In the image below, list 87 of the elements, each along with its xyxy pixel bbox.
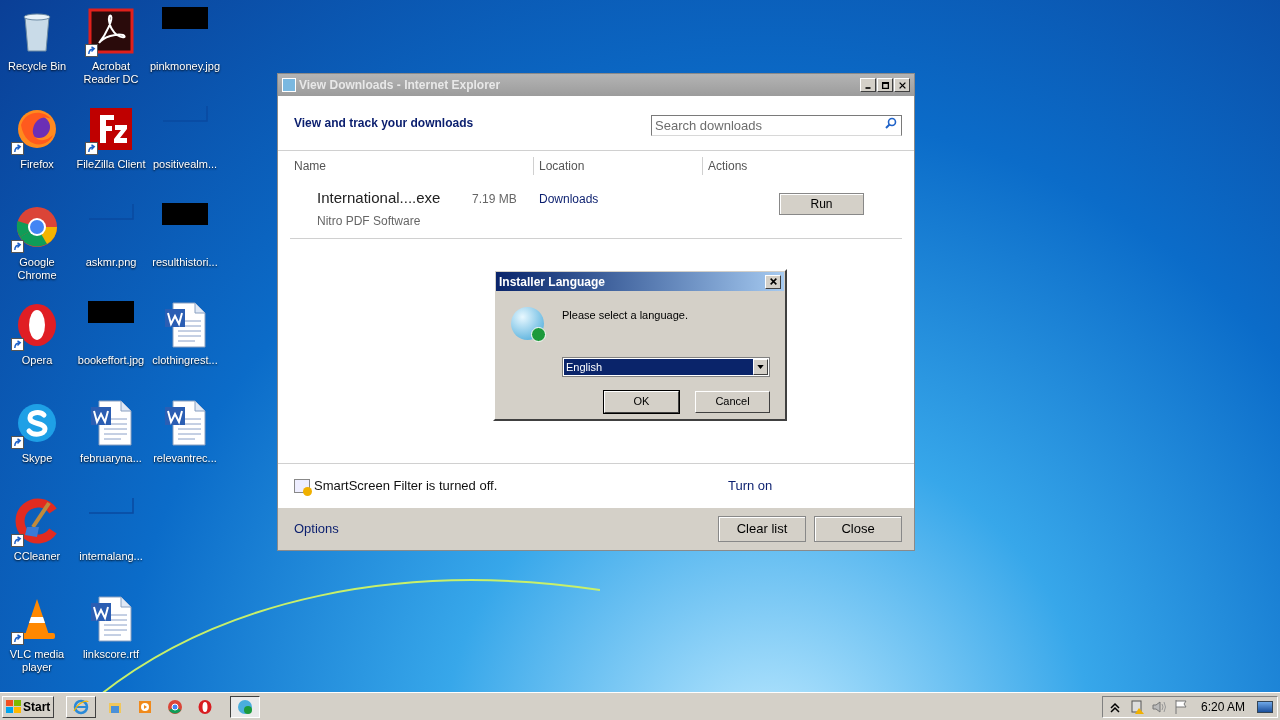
icon-label: linkscore.rtf <box>81 648 141 661</box>
desktop-icon[interactable]: CCleaner <box>0 495 74 593</box>
column-header[interactable]: Location <box>533 157 702 175</box>
windows-logo-icon <box>6 700 21 713</box>
image-thumbnail-icon <box>162 7 208 29</box>
window-title: View Downloads - Internet Explorer <box>299 77 502 94</box>
image-thumbnail-icon <box>162 203 208 225</box>
close-button[interactable]: Close <box>814 516 902 542</box>
start-button[interactable]: Start <box>2 695 55 718</box>
desktop-icon[interactable]: Firefox <box>0 103 74 201</box>
icon-label: pinkmoney.jpg <box>148 60 222 73</box>
document-logo-icon <box>87 7 135 55</box>
column-header[interactable]: Actions <box>702 157 914 175</box>
clock-time: 6:20 AM <box>1201 698 1246 716</box>
image-thumbnail-icon <box>88 497 134 514</box>
desktop-icon[interactable]: februaryna... <box>74 397 148 495</box>
close-icon <box>768 277 778 286</box>
desktop-icon[interactable]: FileZilla Client <box>74 103 148 201</box>
dialog-title: Installer Language <box>499 273 606 291</box>
language-dropdown[interactable]: English <box>562 356 770 377</box>
dialog-message: Please select a language. <box>562 308 689 323</box>
desktop-icon[interactable]: clothingrest... <box>148 299 222 397</box>
maximize-icon <box>880 80 890 90</box>
chrome-ball-icon <box>167 698 184 715</box>
icon-label: clothingrest... <box>151 354 219 367</box>
icon-label: internalang... <box>78 550 144 563</box>
minimize-button[interactable] <box>860 78 876 92</box>
search-field[interactable]: Search downloads <box>651 114 902 136</box>
icon-label: Firefox <box>19 158 55 171</box>
installer-icon <box>237 698 254 715</box>
icon-label: resulthistori... <box>151 256 219 269</box>
clear-list-button[interactable]: Clear list <box>718 516 806 542</box>
publisher-name: Nitro PDF Software <box>317 212 422 230</box>
column-header[interactable]: Name <box>278 157 533 175</box>
turn-on-link[interactable]: Turn on <box>728 476 773 496</box>
run-button[interactable]: Run <box>779 193 864 215</box>
icon-label: Acrobat Reader DC <box>82 60 140 86</box>
app-icon <box>282 78 296 92</box>
minimize-icon <box>865 87 871 89</box>
desktop-icon[interactable]: pinkmoney.jpg <box>148 5 222 103</box>
desktop-icon[interactable]: relevantrec... <box>148 397 222 495</box>
icon-label: askmr.png <box>84 256 138 269</box>
letter-o-icon <box>197 698 214 715</box>
icon-label: positivealm... <box>151 158 219 171</box>
flag-icon[interactable] <box>1173 698 1189 715</box>
icon-label: februaryna... <box>79 452 143 465</box>
installer-icon <box>511 307 544 340</box>
play-icon <box>137 698 154 715</box>
close-button[interactable] <box>894 78 910 92</box>
desktop-icon[interactable]: askmr.png <box>74 201 148 299</box>
icon-label: Skype <box>20 452 54 465</box>
heading: View and track your downloads <box>294 115 474 132</box>
close-button[interactable] <box>765 274 781 289</box>
desktop-icon[interactable]: Recycle Bin <box>0 5 74 103</box>
options-link[interactable]: Options <box>294 519 710 539</box>
icon-label: Google Chrome <box>16 256 58 282</box>
desktop-icon[interactable]: positivealm... <box>148 103 222 201</box>
icon-label: relevantrec... <box>152 452 218 465</box>
desktop-icon[interactable]: VLC media player <box>0 593 74 691</box>
icon-label: Opera <box>20 354 54 367</box>
icon-label: VLC media player <box>8 648 66 674</box>
icon-label: Recycle Bin <box>6 60 68 73</box>
desktop-icon[interactable]: linkscore.rtf <box>74 593 148 691</box>
smartscreen-message: SmartScreen Filter is turned off. <box>314 477 499 496</box>
desktop-icon[interactable]: resulthistori... <box>148 201 222 299</box>
fz-logo-icon <box>87 105 135 153</box>
taskbar-button[interactable] <box>230 695 261 718</box>
maximize-button[interactable] <box>877 78 893 92</box>
desktop-icon[interactable]: Opera <box>0 299 74 397</box>
icon-label: FileZilla Client <box>75 158 147 171</box>
icon-label: CCleaner <box>12 550 62 563</box>
desktop-icon[interactable]: Acrobat Reader DC <box>74 5 148 103</box>
internet-explorer-icon <box>73 698 90 715</box>
desktop-icon[interactable]: Skype <box>0 397 74 495</box>
show-desktop-button[interactable] <box>1257 700 1273 713</box>
location-link[interactable]: Downloads <box>539 190 779 208</box>
desktop-icon[interactable]: bookeffort.jpg <box>74 299 148 397</box>
file-name: International....exe <box>317 188 442 208</box>
file-size: 7.19 MB <box>472 191 517 208</box>
desktop-icon[interactable]: Google Chrome <box>0 201 74 299</box>
cancel-button[interactable]: Cancel <box>695 390 770 413</box>
ok-button[interactable]: OK <box>604 390 679 413</box>
desktop-icon[interactable]: internalang... <box>74 495 148 593</box>
close-icon <box>897 80 907 90</box>
icon-label: bookeffort.jpg <box>76 354 146 367</box>
image-thumbnail-icon <box>88 301 134 323</box>
search-icon <box>885 116 897 129</box>
